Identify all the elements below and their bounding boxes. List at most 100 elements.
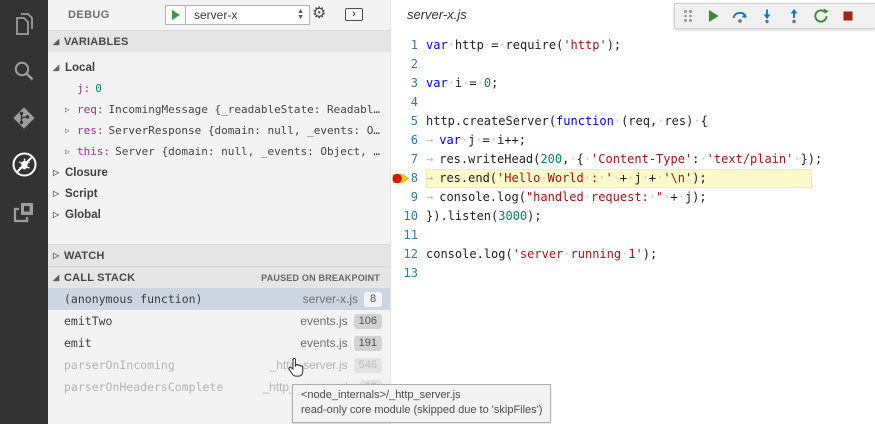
code-text[interactable]: →console.log("handled·request:·"·+·j); — [426, 188, 707, 207]
call-stack-frame[interactable]: (anonymous function)server-x.js 8 — [48, 288, 390, 310]
search-icon[interactable] — [0, 47, 48, 94]
continue-button[interactable] — [699, 4, 726, 28]
variable-scope-row[interactable]: ◢Local — [48, 57, 390, 78]
frame-function-name: parserOnHeadersComplete — [64, 380, 262, 394]
line-number[interactable]: 5 — [391, 112, 418, 131]
step-out-button[interactable] — [780, 4, 807, 28]
variable-name: j: — [77, 82, 90, 95]
twisty-collapsed-icon[interactable]: ▷ — [65, 126, 77, 135]
code-line-12: 12 console.log('server·running·1'); — [391, 245, 875, 264]
debug-config-dropdown[interactable]: server-x ▲▼ — [186, 5, 310, 25]
twisty-collapsed-icon[interactable]: ▷ — [65, 147, 77, 156]
variable-scope-row[interactable]: ▷Closure — [48, 162, 390, 183]
line-number[interactable]: 4 — [391, 93, 418, 112]
vscode-debug-window: DEBUG server-x ▲▼ ⚙ › ◢ VARIABLES ◢Local… — [0, 0, 875, 424]
editor-pane: server-x.js 1 var·http·=·require('http');… — [390, 0, 875, 424]
code-text[interactable]: →var·j·=·i++; — [426, 131, 526, 150]
gear-icon[interactable]: ⚙ — [312, 4, 326, 24]
twisty-expanded-icon: ◢ — [53, 37, 64, 46]
variable-value: 0 — [95, 82, 102, 95]
twisty-collapsed-icon[interactable]: ▷ — [53, 189, 65, 198]
frame-line-badge: 191 — [354, 336, 382, 351]
start-debug-button[interactable] — [165, 5, 186, 25]
variable-row[interactable]: j: 0 — [48, 78, 390, 99]
stop-button[interactable] — [834, 4, 861, 28]
watch-section-label: WATCH — [64, 250, 105, 262]
code-line-13: 13 — [391, 264, 875, 283]
twisty-collapsed-icon[interactable]: ▷ — [53, 210, 65, 219]
call-stack-frame[interactable]: emitevents.js191 — [48, 332, 390, 354]
restart-button[interactable] — [807, 4, 834, 28]
code-line-8: 8 →res.end('Hello·World·:·'·+·j·+·'\n'); — [391, 169, 875, 188]
debug-console-icon[interactable]: › — [345, 8, 363, 21]
line-number[interactable]: 8 — [391, 169, 418, 188]
code-text[interactable]: console.log('server·running·1'); — [426, 245, 657, 264]
toolbar-drag-handle[interactable] — [681, 4, 699, 28]
code-area: 1 var·http·=·require('http'); 23 var·i·=·0;… — [391, 36, 875, 283]
restart-icon — [813, 8, 829, 24]
step-into-button[interactable] — [753, 4, 780, 28]
frame-function-name: (anonymous function) — [64, 292, 303, 306]
variable-row[interactable]: ▷res:ServerResponse {domain: null, _even… — [48, 120, 390, 141]
code-text[interactable]: }).listen(3000); — [426, 207, 542, 226]
variable-scope-label: Closure — [65, 167, 108, 179]
code-text[interactable]: →res.writeHead(200,·{·'Content-Type':·'t… — [426, 150, 822, 169]
variable-name: req: — [77, 103, 104, 116]
twisty-expanded-icon[interactable]: ◢ — [53, 63, 65, 72]
debug-sidebar: DEBUG server-x ▲▼ ⚙ › ◢ VARIABLES ◢Local… — [48, 0, 390, 424]
frame-line-badge: 546 — [354, 358, 382, 373]
call-stack-frame[interactable]: emitTwoevents.js 106 — [48, 310, 390, 332]
step-out-icon — [786, 8, 802, 24]
frame-line-badge: 106 — [354, 314, 382, 329]
variable-name: this: — [77, 145, 110, 158]
variables-section-header[interactable]: ◢ VARIABLES — [48, 30, 390, 52]
step-over-button[interactable] — [726, 4, 753, 28]
watch-section-header[interactable]: ▷ WATCH — [48, 244, 390, 266]
variable-value: ServerResponse {domain: null, _events: O… — [109, 124, 381, 137]
variable-row[interactable]: ▷req:IncomingMessage {_readableState: Re… — [48, 99, 390, 120]
variable-scope-row[interactable]: ▷Script — [48, 183, 390, 204]
variable-scope-label: Script — [65, 188, 98, 200]
twisty-collapsed-icon[interactable]: ▷ — [65, 105, 77, 114]
code-text[interactable]: var·i·=·0; — [426, 74, 498, 93]
line-number[interactable]: 2 — [391, 55, 418, 74]
frame-file-name: server-x.js — [303, 292, 358, 306]
frame-line-badge: 8 — [364, 292, 382, 307]
line-number[interactable]: 6 — [391, 131, 418, 150]
code-line-6: 6 →var·j·=·i++; — [391, 131, 875, 150]
variable-row[interactable]: ▷this: Server {domain: null, _events: Obj… — [48, 141, 390, 162]
call-stack-frame[interactable]: parserOnIncoming_http_server.js546 — [48, 354, 390, 376]
line-number[interactable]: 13 — [391, 264, 418, 283]
source-control-icon[interactable] — [0, 94, 48, 141]
variable-scope-row[interactable]: ▷Global — [48, 204, 390, 225]
tooltip-note: read-only core module (skipped due to 's… — [301, 403, 542, 418]
explorer-icon[interactable] — [0, 0, 48, 47]
line-number[interactable]: 1 — [391, 36, 418, 55]
editor-file-title: server-x.js — [407, 7, 467, 22]
frame-function-name: emitTwo — [64, 314, 300, 328]
line-number[interactable]: 9 — [391, 188, 418, 207]
line-number[interactable]: 11 — [391, 226, 418, 245]
twisty-collapsed-icon[interactable]: ▷ — [53, 168, 65, 177]
tooltip-path: <node_internals>/_http_server.js — [301, 388, 542, 403]
code-text[interactable]: →res.end('Hello·World·:·'·+·j·+·'\n'); — [426, 169, 812, 188]
debug-toolbar — [674, 3, 875, 29]
debug-icon[interactable] — [0, 141, 48, 188]
frame-file-name: _http_server.js — [270, 358, 348, 372]
line-number[interactable]: 10 — [391, 207, 418, 226]
extensions-icon[interactable] — [0, 188, 48, 235]
variables-section-label: VARIABLES — [64, 36, 129, 48]
code-text[interactable]: var·http·=·require('http'); — [426, 36, 621, 55]
call-stack-section-header[interactable]: ◢ CALL STACK PAUSED ON BREAKPOINT — [48, 266, 390, 288]
code-text[interactable]: http.createServer(function·(req,·res)·{ — [426, 112, 708, 131]
line-number[interactable]: 7 — [391, 150, 418, 169]
code-line-3: 3 var·i·=·0; — [391, 74, 875, 93]
sidebar-title: DEBUG — [68, 9, 110, 21]
variable-value: Server {domain: null, _events: Object, … — [115, 145, 380, 158]
line-number[interactable]: 12 — [391, 245, 418, 264]
variable-scope-label: Global — [65, 209, 101, 221]
line-number[interactable]: 3 — [391, 74, 418, 93]
code-line-11: 11 — [391, 226, 875, 245]
frame-file-name: events.js — [300, 314, 347, 328]
code-line-9: 9 →console.log("handled·request:·"·+·j); — [391, 188, 875, 207]
